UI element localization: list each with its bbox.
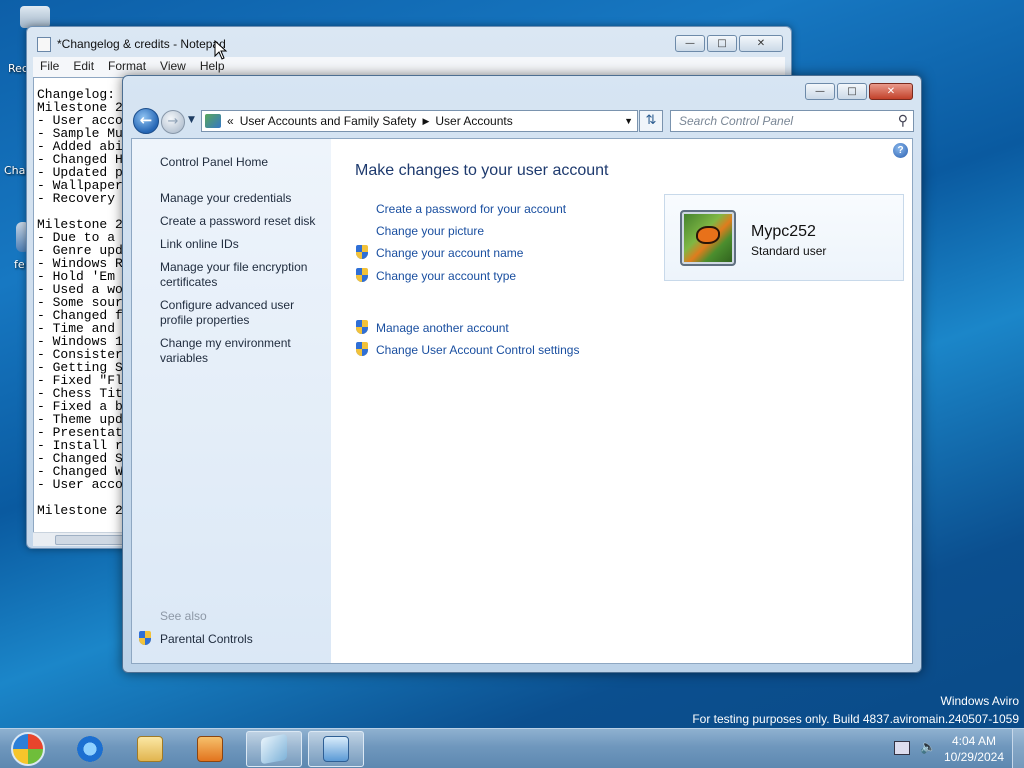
- mouse-cursor-icon: [214, 40, 228, 60]
- task-pane: Control Panel Home Manage your credentia…: [132, 139, 331, 663]
- recycle-bin-icon: [20, 6, 50, 28]
- shield-icon: [138, 631, 152, 646]
- build-watermark-info: For testing purposes only. Build 4837.av…: [692, 712, 1019, 726]
- file-explorer-icon: [137, 736, 163, 762]
- uac-settings-link[interactable]: Change User Account Control settings: [376, 343, 579, 357]
- account-name: Mypc252: [751, 223, 816, 240]
- taskbar-internet-explorer[interactable]: [62, 731, 118, 767]
- clock-date: 10/29/2024: [943, 750, 1004, 764]
- network-icon[interactable]: [894, 741, 910, 755]
- back-button[interactable]: ←: [133, 108, 159, 134]
- notepad-menubar: File Edit Format View Help: [33, 57, 785, 77]
- address-bar[interactable]: « User Accounts and Family Safety ▶ User…: [201, 110, 638, 132]
- recent-pages-dropdown-icon[interactable]: ▼: [188, 115, 195, 125]
- file-encryption-link[interactable]: Manage your file encryption certificates: [160, 260, 320, 290]
- media-player-icon: [197, 736, 223, 762]
- start-button[interactable]: [6, 731, 50, 767]
- shield-icon: [355, 320, 369, 335]
- desktop-icon-changelog[interactable]: Cha: [4, 164, 25, 177]
- environment-variables-link[interactable]: Change my environment variables: [160, 336, 320, 366]
- menu-view[interactable]: View: [153, 57, 193, 77]
- taskbar-media-player[interactable]: [182, 731, 238, 767]
- control-panel-content: Control Panel Home Manage your credentia…: [131, 138, 913, 664]
- chevron-left-icon[interactable]: «: [227, 114, 234, 128]
- notepad-icon: [37, 37, 51, 52]
- system-clock[interactable]: 4:04 AM 10/29/2024: [944, 733, 1004, 765]
- password-reset-disk-link[interactable]: Create a password reset disk: [160, 214, 320, 229]
- taskbar: 🔈 4:04 AM 10/29/2024: [0, 728, 1024, 768]
- search-icon[interactable]: ⚲: [898, 112, 908, 129]
- taskbar-file-explorer[interactable]: [122, 731, 178, 767]
- navigation-bar: ← → ▼ « User Accounts and Family Safety …: [131, 107, 914, 135]
- control-panel-home-link[interactable]: Control Panel Home: [160, 155, 320, 170]
- control-panel-icon: [323, 736, 349, 762]
- notepad-icon: [261, 733, 287, 765]
- notepad-titlebar[interactable]: *Changelog & credits - Notepad — □ ✕: [27, 27, 791, 57]
- account-type: Standard user: [751, 244, 827, 258]
- see-also-heading: See also: [160, 609, 207, 623]
- menu-format[interactable]: Format: [101, 57, 153, 77]
- minimize-button[interactable]: —: [675, 35, 705, 52]
- clock-time: 4:04 AM: [951, 734, 996, 748]
- manage-another-account-link[interactable]: Manage another account: [376, 321, 509, 335]
- parental-controls-link[interactable]: Parental Controls: [160, 632, 320, 647]
- link-online-ids-link[interactable]: Link online IDs: [160, 237, 320, 252]
- shield-icon: [355, 245, 369, 260]
- user-account-card: Mypc252 Standard user: [664, 194, 904, 281]
- maximize-button[interactable]: □: [707, 35, 737, 52]
- create-password-link[interactable]: Create a password for your account: [376, 202, 566, 216]
- maximize-button[interactable]: □: [837, 83, 867, 100]
- shield-icon: [355, 342, 369, 357]
- help-icon[interactable]: ?: [893, 143, 908, 158]
- manage-credentials-link[interactable]: Manage your credentials: [160, 191, 320, 206]
- control-panel-icon: [205, 114, 221, 128]
- minimize-button[interactable]: —: [805, 83, 835, 100]
- menu-edit[interactable]: Edit: [66, 57, 101, 77]
- change-account-name-link[interactable]: Change your account name: [376, 246, 523, 260]
- notepad-title: *Changelog & credits - Notepad: [57, 37, 226, 51]
- menu-help[interactable]: Help: [193, 57, 232, 77]
- avatar: [680, 210, 736, 266]
- shield-icon: [355, 268, 369, 283]
- show-desktop-button[interactable]: [1012, 729, 1024, 768]
- taskbar-control-panel[interactable]: [308, 731, 364, 767]
- search-input[interactable]: Search Control Panel ⚲: [670, 110, 914, 132]
- breadcrumb-user-accounts-family-safety[interactable]: User Accounts and Family Safety: [240, 114, 417, 128]
- page-title: Make changes to your user account: [355, 162, 609, 179]
- taskbar-notepad[interactable]: [246, 731, 302, 767]
- advanced-profile-link[interactable]: Configure advanced user profile properti…: [160, 298, 320, 328]
- refresh-button[interactable]: ⇅: [639, 110, 663, 132]
- change-account-type-link[interactable]: Change your account type: [376, 269, 516, 283]
- internet-explorer-icon: [77, 736, 103, 762]
- butterfly-icon: [696, 226, 720, 244]
- breadcrumb-user-accounts[interactable]: User Accounts: [435, 114, 512, 128]
- chevron-down-icon[interactable]: ▼: [624, 116, 633, 126]
- menu-file[interactable]: File: [33, 57, 66, 77]
- search-placeholder: Search Control Panel: [679, 114, 794, 128]
- control-panel-window[interactable]: — □ ✕ ← → ▼ « User Accounts and Family S…: [122, 75, 922, 673]
- close-button[interactable]: ✕: [739, 35, 783, 52]
- main-pane: ? Make changes to your user account Crea…: [331, 139, 912, 663]
- forward-button[interactable]: →: [161, 110, 185, 134]
- volume-muted-icon[interactable]: 🔈: [920, 740, 936, 755]
- change-picture-link[interactable]: Change your picture: [376, 224, 484, 238]
- desktop-icon-label: Cha: [4, 164, 26, 177]
- windows-logo-icon: [11, 732, 45, 766]
- breadcrumb-separator-icon[interactable]: ▶: [422, 116, 429, 127]
- build-watermark-title: Windows Aviro: [940, 694, 1019, 708]
- system-tray: 🔈 4:04 AM 10/29/2024: [884, 729, 1024, 768]
- close-button[interactable]: ✕: [869, 83, 913, 100]
